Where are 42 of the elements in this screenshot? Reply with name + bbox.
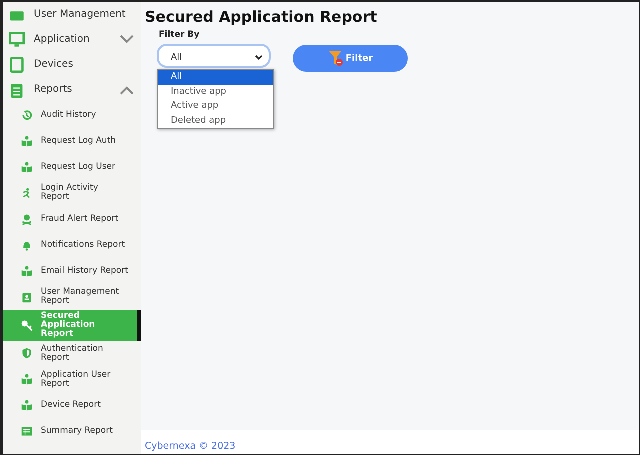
- report-icon: [21, 212, 33, 226]
- report-icon: [21, 290, 33, 304]
- sidebar-item[interactable]: Request Log User: [3, 154, 141, 180]
- sidebar-item[interactable]: Request Log Auth: [3, 128, 141, 154]
- menu-item-icon: [9, 82, 25, 98]
- report-icon: [21, 108, 33, 122]
- sidebar-item[interactable]: Devices: [3, 52, 141, 77]
- sidebar-item[interactable]: User Management: [3, 2, 141, 27]
- sidebar-item[interactable]: Application User Report: [3, 366, 141, 393]
- dropdown-option[interactable]: Deleted app: [158, 114, 273, 128]
- sidebar-item[interactable]: Device Report: [3, 392, 141, 419]
- dropdown-option[interactable]: All: [158, 70, 273, 84]
- filter-button[interactable]: Filter: [293, 45, 408, 72]
- report-icon: [21, 134, 33, 148]
- sidebar-item[interactable]: Email History Report: [3, 258, 141, 284]
- sidebar-item[interactable]: User Management Report: [3, 284, 141, 310]
- filter-dropdown[interactable]: All: [157, 44, 271, 68]
- report-icon: [21, 186, 33, 200]
- filter-icon: [328, 50, 344, 67]
- dropdown-option[interactable]: Active app: [158, 99, 273, 114]
- report-icon: [21, 160, 33, 174]
- filter-label: Filter By: [159, 30, 201, 40]
- sidebar-item[interactable]: Audit History: [3, 102, 141, 128]
- report-icon: [21, 373, 33, 386]
- report-icon: [21, 264, 33, 278]
- chevron-icon: [255, 55, 263, 61]
- report-icon: [21, 425, 33, 438]
- sidebar-item[interactable]: Notifications Report: [3, 232, 141, 258]
- sidebar-item[interactable]: Application: [3, 27, 141, 52]
- sidebar-item[interactable]: Login Activity Report: [3, 180, 141, 206]
- report-icon: [21, 399, 33, 412]
- page-title: Secured Application Report: [145, 8, 378, 26]
- report-icon: [21, 318, 33, 332]
- menu-item-icon: [9, 56, 25, 72]
- sidebar-item[interactable]: Authentication Report: [3, 340, 141, 367]
- sidebar-item[interactable]: Fraud Alert Report: [3, 206, 141, 232]
- menu-item-icon: [9, 32, 25, 48]
- sidebar-item[interactable]: Reports: [3, 77, 141, 102]
- footer-copyright: Cybernexa © 2023: [145, 441, 236, 452]
- dropdown-option[interactable]: Inactive app: [158, 84, 273, 99]
- sidebar-item[interactable]: Summary Report: [3, 418, 141, 445]
- report-icon: [21, 347, 33, 360]
